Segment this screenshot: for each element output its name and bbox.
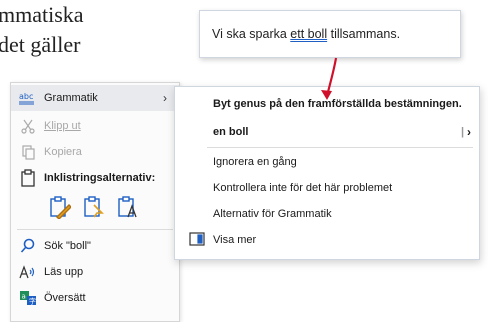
callout-arrow — [321, 57, 338, 100]
